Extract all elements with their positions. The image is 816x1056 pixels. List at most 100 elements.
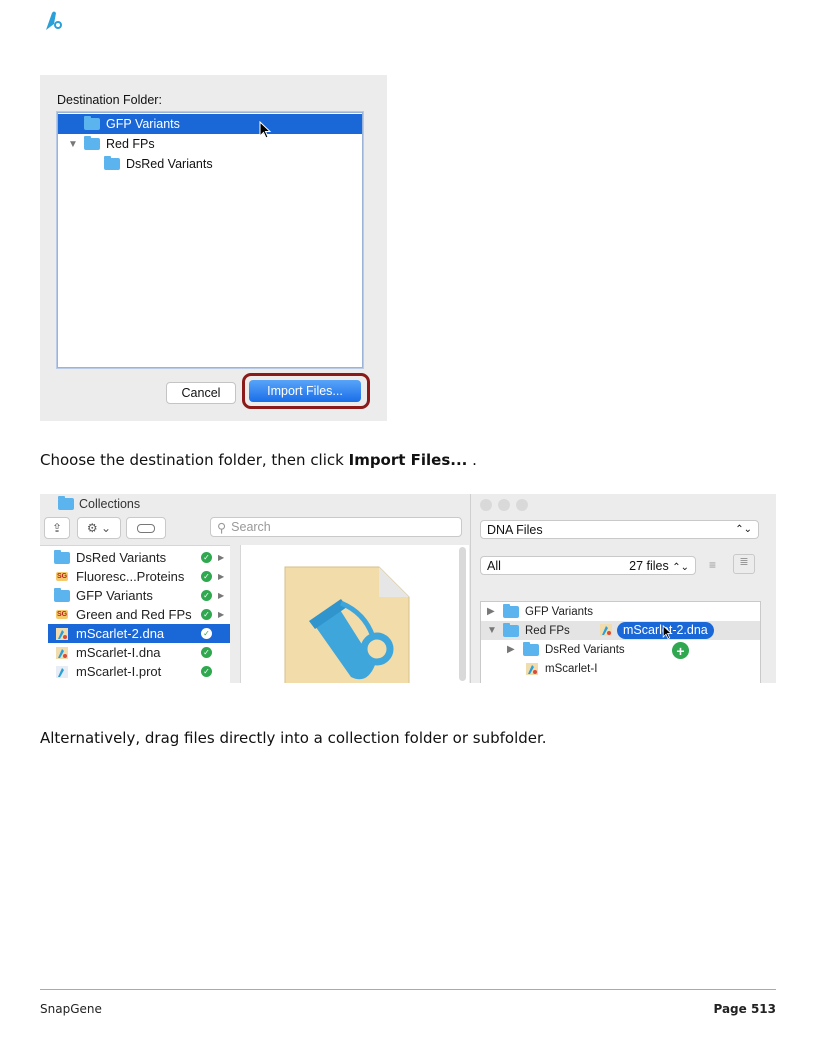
action-menu-button[interactable]: ⚙ ⌄	[77, 517, 121, 539]
list-view-icon[interactable]: ≡	[709, 558, 716, 572]
tag-icon	[137, 523, 155, 533]
check-icon: ✓	[201, 552, 212, 563]
file-type-dropdown[interactable]: DNA Files ⌃⌄	[480, 520, 759, 539]
dropdown-value: DNA Files	[487, 522, 543, 537]
caption-bold-text: Import Files...	[348, 451, 468, 469]
sg-collection-icon: SG	[55, 610, 69, 619]
list-item[interactable]: SG Fluoresc...Proteins ✓ ▶	[48, 567, 230, 586]
cancel-button[interactable]: Cancel	[166, 382, 236, 404]
tree-item-label: DsRed Variants	[126, 157, 213, 171]
snapgene-document-icon	[284, 566, 410, 683]
file-count: 27 files	[629, 558, 669, 573]
tree-item-dsred-variants[interactable]: ▶ DsRed Variants	[481, 640, 760, 659]
collections-list[interactable]: DsRed Variants ✓ ▶ SG Fluoresc...Proteins…	[40, 545, 230, 683]
tree-item-gfp-variants[interactable]: GFP Variants	[58, 114, 362, 134]
import-files-button[interactable]: Import Files...	[249, 380, 361, 402]
chevron-updown-icon: ⌃⌄	[735, 524, 752, 535]
caption-text-end: .	[467, 451, 477, 469]
dna-files-panel: DNA Files ⌃⌄ All 27 files ⌃⌄ ≡ ≣ ▶ GFP V…	[470, 494, 776, 683]
search-icon: ⚲	[217, 520, 227, 535]
tree-item-red-fps[interactable]: ▼ Red FPs	[58, 134, 362, 154]
gear-icon: ⚙ ⌄	[86, 521, 112, 535]
tree-item-label: GFP Variants	[106, 117, 180, 131]
tree-item-gfp-variants[interactable]: ▶ GFP Variants	[481, 602, 760, 621]
search-input[interactable]: ⚲ Search	[210, 517, 462, 537]
arrow-right-icon[interactable]: ▶	[218, 572, 226, 581]
arrow-right-icon[interactable]: ▶	[218, 553, 226, 562]
destination-folder-label: Destination Folder:	[57, 93, 162, 107]
import-dialog-screenshot: Destination Folder: GFP Variants ▼ Red F…	[40, 75, 387, 421]
caption-choose-destination: Choose the destination folder, then clic…	[40, 451, 477, 469]
scrollbar[interactable]	[459, 547, 466, 681]
dna-file-icon	[526, 662, 538, 675]
collections-window-screenshot: Collections ⇪ ⚙ ⌄ ⚲ Search DsRed Variant…	[40, 494, 776, 683]
disclosure-triangle-icon[interactable]: ▼	[68, 139, 80, 150]
folder-icon	[104, 156, 120, 170]
check-icon: ✓	[201, 628, 212, 639]
caption-text: Choose the destination folder, then clic…	[40, 451, 349, 469]
tree-item-mscarlet-i[interactable]: mScarlet-I	[481, 659, 760, 678]
disclosure-triangle-icon[interactable]: ▼	[487, 625, 499, 636]
folder-icon	[503, 622, 519, 637]
disclosure-triangle-icon[interactable]: ▶	[487, 606, 499, 617]
list-item-label: mScarlet-I.dna	[76, 645, 161, 660]
arrow-right-icon[interactable]: ▶	[218, 610, 226, 619]
folder-icon	[84, 116, 100, 130]
outline-view-icon[interactable]: ≣	[733, 554, 755, 574]
dna-file-icon	[56, 646, 68, 659]
list-item-label: Green and Red FPs	[76, 607, 192, 622]
tree-item-label: Red FPs	[106, 137, 155, 151]
sg-collection-icon: SG	[55, 572, 69, 581]
list-item-label: GFP Variants	[76, 588, 153, 603]
list-item[interactable]: SG Green and Red FPs ✓ ▶	[48, 605, 230, 624]
check-icon: ✓	[201, 666, 212, 677]
destination-folder-tree[interactable]: GFP Variants ▼ Red FPs DsRed Variants	[57, 112, 363, 368]
search-placeholder: Search	[231, 520, 271, 534]
window-minimize-button[interactable]	[498, 499, 510, 511]
tree-item-label: GFP Variants	[525, 605, 593, 618]
folder-icon	[523, 641, 539, 656]
footer-divider	[40, 989, 776, 990]
window-close-button[interactable]	[480, 499, 492, 511]
tree-item-label: DsRed Variants	[545, 643, 625, 656]
filter-dropdown[interactable]: All 27 files ⌃⌄	[480, 556, 696, 575]
list-item[interactable]: mScarlet-I.dna ✓	[48, 643, 230, 662]
check-icon: ✓	[201, 609, 212, 620]
disclosure-triangle-icon[interactable]: ▶	[507, 644, 519, 655]
folder-icon	[84, 136, 100, 150]
check-icon: ✓	[201, 571, 212, 582]
tree-item-label: mScarlet-I	[545, 662, 598, 675]
collections-title: Collections	[58, 496, 141, 511]
snapgene-logo-icon	[40, 8, 66, 34]
footer-page-number: Page 513	[713, 1002, 776, 1016]
list-item[interactable]: GFP Variants ✓ ▶	[48, 586, 230, 605]
folder-icon	[54, 587, 70, 602]
folder-icon	[503, 603, 519, 618]
footer-product-name: SnapGene	[40, 1002, 102, 1016]
list-item-label: mScarlet-I.prot	[76, 664, 162, 679]
share-button[interactable]: ⇪	[44, 517, 70, 539]
files-tree[interactable]: ▶ GFP Variants ▼ Red FPs mScarlet-2.dna …	[480, 601, 761, 683]
tree-item-dsred-variants[interactable]: DsRed Variants	[58, 154, 362, 174]
list-item-label: mScarlet-2.dna	[76, 626, 165, 641]
list-item[interactable]: mScarlet-I.prot ✓	[48, 662, 230, 681]
arrow-right-icon[interactable]: ▶	[218, 591, 226, 600]
list-item-selected[interactable]: mScarlet-2.dna ✓	[48, 624, 230, 643]
collections-title-label: Collections	[79, 497, 141, 511]
check-icon: ✓	[201, 647, 212, 658]
list-item[interactable]: DsRed Variants ✓ ▶	[48, 548, 230, 567]
caption-drag-files: Alternatively, drag files directly into …	[40, 729, 547, 747]
filter-value: All	[487, 558, 501, 573]
folder-icon	[54, 549, 70, 564]
list-item-label: DsRed Variants	[76, 550, 167, 565]
mouse-cursor-icon	[662, 625, 673, 640]
dna-file-icon	[600, 624, 612, 636]
window-zoom-button[interactable]	[516, 499, 528, 511]
collections-panel: Collections ⇪ ⚙ ⌄ ⚲ Search DsRed Variant…	[40, 494, 469, 683]
tag-button[interactable]	[126, 517, 166, 539]
tree-item-label: Red FPs	[525, 624, 570, 637]
mouse-cursor-icon	[259, 121, 272, 139]
tree-item-red-fps[interactable]: ▼ Red FPs mScarlet-2.dna +	[481, 621, 760, 660]
chevron-updown-icon: ⌃⌄	[672, 561, 689, 573]
folder-icon	[58, 496, 74, 510]
